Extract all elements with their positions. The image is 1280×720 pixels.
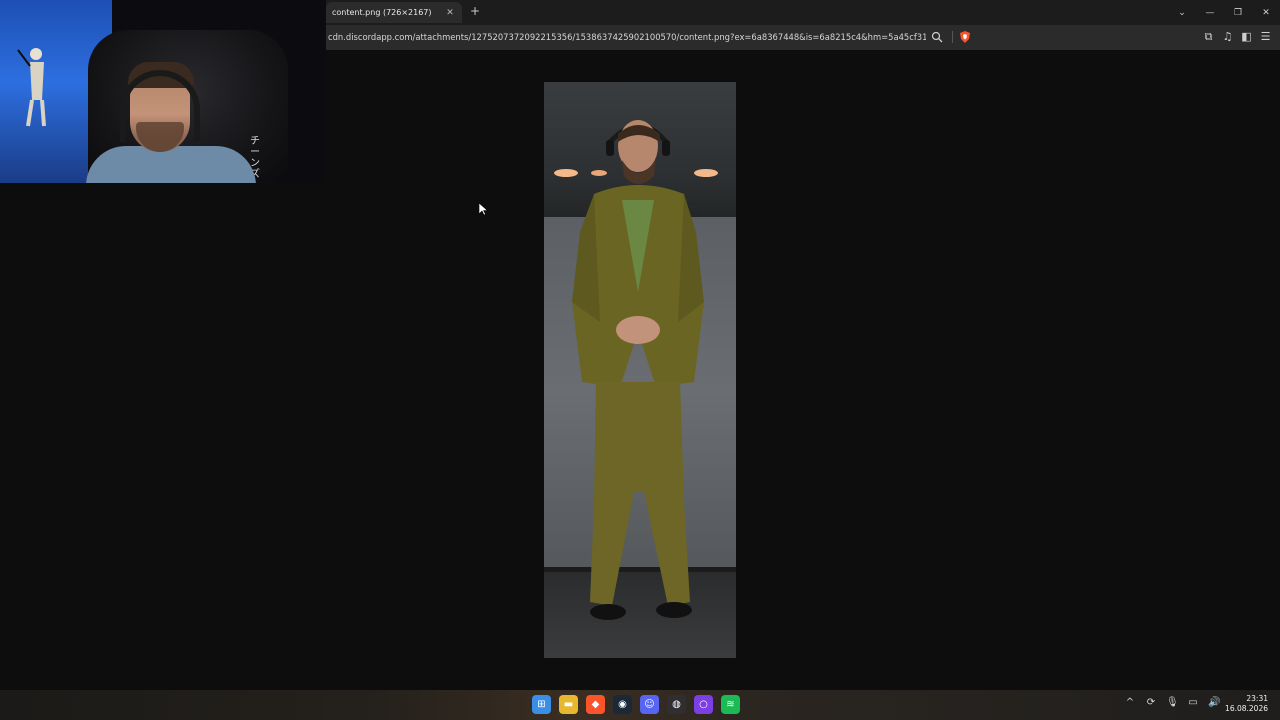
system-clock[interactable]: 23:31 16.08.2026: [1225, 694, 1268, 714]
search-icon[interactable]: [931, 31, 943, 43]
discord-icon[interactable]: ☺: [640, 695, 659, 714]
tab-close-icon[interactable]: ✕: [444, 8, 456, 18]
sidebar-icon[interactable]: ◧: [1240, 30, 1253, 43]
volume-icon[interactable]: 🔊: [1208, 697, 1220, 708]
screen: content.png (726×2167) ✕ + ⌄ — ❐ ✕ cdn.d…: [0, 0, 1280, 720]
browser-tab[interactable]: content.png (726×2167) ✕: [326, 2, 462, 23]
new-tab-button[interactable]: +: [468, 4, 482, 18]
clock-time: 23:31: [1246, 694, 1268, 703]
person-in-suit: [572, 120, 704, 620]
tab-title: content.png (726×2167): [332, 8, 432, 17]
tab-list-button[interactable]: ⌄: [1168, 8, 1196, 18]
clock-date: 16.08.2026: [1225, 704, 1268, 713]
media-icon[interactable]: ♫: [1221, 30, 1234, 43]
obs-icon[interactable]: ◍: [667, 695, 686, 714]
poster-figure: [17, 48, 46, 127]
file-explorer-icon[interactable]: ▬: [559, 695, 578, 714]
system-tray: ^ ⟳ 🎙 ▭ 🔊: [1124, 697, 1221, 708]
tray-expand-icon[interactable]: ^: [1124, 697, 1136, 708]
menu-icon[interactable]: ☰: [1259, 30, 1272, 43]
microphone-icon[interactable]: 🎙: [1166, 697, 1179, 708]
spotify-icon[interactable]: ≋: [721, 695, 740, 714]
app-circle-icon[interactable]: ○: [694, 695, 713, 714]
content-image[interactable]: [544, 82, 736, 658]
brave-browser-icon[interactable]: ◆: [586, 695, 605, 714]
extensions-icon[interactable]: ⧉: [1202, 30, 1215, 43]
toolbar-icons: ⧉ ♫ ◧ ☰: [1202, 30, 1272, 44]
headset-icon: [120, 70, 200, 142]
steam-icon[interactable]: ◉: [613, 695, 632, 714]
windows-start-icon[interactable]: ⊞: [532, 695, 551, 714]
address-separator: [952, 31, 953, 43]
close-button[interactable]: ✕: [1252, 8, 1280, 18]
url-field[interactable]: cdn.discordapp.com/attachments/127520737…: [328, 32, 926, 42]
webcam-overlay: チーンズ: [0, 0, 326, 183]
sync-icon[interactable]: ⟳: [1145, 697, 1157, 708]
mouse-cursor-icon: [479, 203, 488, 216]
brave-shield-icon[interactable]: [958, 30, 972, 44]
minimize-button[interactable]: —: [1196, 8, 1224, 18]
display-icon[interactable]: ▭: [1187, 697, 1199, 708]
restore-button[interactable]: ❐: [1224, 8, 1252, 18]
taskbar-apps: ⊞ ▬ ◆ ◉ ☺ ◍ ○ ≋: [532, 695, 740, 714]
window-controls: ⌄ — ❐ ✕: [1168, 0, 1280, 25]
streamer-shirt: [86, 146, 256, 183]
